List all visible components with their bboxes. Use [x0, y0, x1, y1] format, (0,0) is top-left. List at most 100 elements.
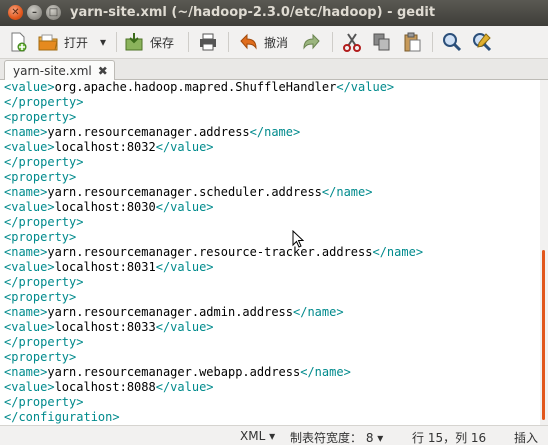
code-line[interactable]: <value>org.apache.hadoop.mapred.ShuffleH…	[4, 80, 394, 95]
scrollbar-thumb[interactable]	[542, 250, 545, 420]
code-line[interactable]: <property>	[4, 350, 76, 365]
xml-text: localhost:8032	[54, 140, 156, 154]
xml-tag: <name>	[4, 365, 48, 379]
undo-label: 撤消	[264, 35, 289, 50]
xml-tag: <name>	[4, 305, 48, 319]
maximize-window-button[interactable]: □	[46, 5, 61, 20]
xml-tag: <property>	[4, 170, 77, 184]
save-icon	[124, 32, 144, 52]
open-button[interactable]: 打开	[38, 29, 88, 55]
xml-tag: </property>	[4, 395, 84, 409]
code-line[interactable]: <property>	[4, 170, 76, 185]
code-line[interactable]: <name>yarn.resourcemanager.scheduler.add…	[4, 185, 372, 200]
tab-width-selector[interactable]: 制表符宽度： 8 ▾	[290, 429, 383, 445]
cut-button[interactable]	[342, 29, 368, 55]
xml-text: yarn.resourcemanager.resource-tracker.ad…	[47, 245, 373, 259]
xml-text: yarn.resourcemanager.webapp.address	[47, 365, 301, 379]
new-document-button[interactable]	[8, 29, 34, 55]
code-line[interactable]: </configuration>	[4, 410, 120, 425]
xml-tag: <name>	[4, 125, 48, 139]
code-line[interactable]: <name>yarn.resourcemanager.address</name…	[4, 125, 300, 140]
undo-button[interactable]: 撤消	[238, 29, 288, 55]
paste-button[interactable]	[402, 29, 428, 55]
dropdown-arrow-icon: ▾	[269, 429, 276, 443]
print-button[interactable]	[198, 29, 224, 55]
code-line[interactable]: </property>	[4, 335, 83, 350]
xml-tag: <name>	[4, 185, 48, 199]
toolbar-separator	[228, 32, 229, 52]
dropdown-arrow-icon: ▾	[377, 431, 384, 445]
paste-icon	[402, 32, 422, 52]
toolbar-separator	[432, 32, 433, 52]
xml-tag: </value>	[155, 320, 214, 334]
status-bar: XML ▾ 制表符宽度： 8 ▾ 行 15，列 16 插入	[0, 425, 548, 445]
xml-text: yarn.resourcemanager.address	[47, 125, 250, 139]
xml-tag: </name>	[249, 125, 301, 139]
undo-icon	[238, 32, 258, 52]
toolbar: 打开 ▾ 保存 撤消	[0, 26, 548, 59]
code-line[interactable]: <value>localhost:8032</value>	[4, 140, 214, 155]
cursor-position: 行 15，列 16	[412, 431, 487, 445]
xml-tag: <value>	[4, 320, 55, 334]
xml-tag: </name>	[300, 365, 351, 379]
xml-tag: </configuration>	[4, 410, 120, 424]
vertical-scrollbar[interactable]	[540, 80, 548, 425]
xml-text: org.apache.hadoop.mapred.ShuffleHandler	[54, 80, 337, 94]
title-bar[interactable]: ✕ – □ yarn-site.xml (~/hadoop-2.3.0/etc/…	[0, 0, 548, 26]
save-button[interactable]: 保存	[124, 29, 174, 55]
insert-mode: 插入	[514, 431, 539, 445]
xml-tag: </property>	[4, 155, 84, 169]
code-line[interactable]: </property>	[4, 95, 83, 110]
toolbar-separator	[332, 32, 333, 52]
toolbar-separator	[116, 32, 117, 52]
code-line[interactable]: <value>localhost:8033</value>	[4, 320, 214, 335]
xml-tag: <value>	[4, 260, 55, 274]
code-line[interactable]: </property>	[4, 215, 83, 230]
code-line[interactable]: <property>	[4, 290, 76, 305]
language-selector[interactable]: XML ▾	[240, 429, 275, 443]
xml-text: localhost:8033	[54, 320, 156, 334]
xml-text: yarn.resourcemanager.admin.address	[47, 305, 293, 319]
xml-tag: </property>	[4, 335, 84, 349]
xml-tag: </value>	[155, 260, 214, 274]
tab-width-label: 制表符宽度： 8	[290, 431, 374, 445]
tab-label: yarn-site.xml	[13, 63, 92, 78]
code-line[interactable]: </property>	[4, 395, 83, 410]
tab-close-icon[interactable]: ✖	[98, 64, 108, 78]
xml-tag: </name>	[372, 245, 424, 259]
text-editor[interactable]: <value>org.apache.hadoop.mapred.ShuffleH…	[0, 80, 540, 425]
code-line[interactable]: </property>	[4, 155, 83, 170]
xml-tag: </property>	[4, 275, 84, 289]
scissors-icon	[342, 32, 362, 52]
copy-button[interactable]	[372, 29, 398, 55]
code-line[interactable]: <value>localhost:8030</value>	[4, 200, 214, 215]
redo-button[interactable]	[302, 29, 328, 55]
code-line[interactable]: <name>yarn.resourcemanager.admin.address…	[4, 305, 344, 320]
search-button[interactable]	[442, 29, 468, 55]
xml-text: localhost:8031	[54, 260, 156, 274]
code-line[interactable]: <name>yarn.resourcemanager.resource-trac…	[4, 245, 423, 260]
code-line[interactable]: </property>	[4, 275, 83, 290]
code-line[interactable]: <value>localhost:8088</value>	[4, 380, 214, 395]
search-replace-button[interactable]	[472, 29, 498, 55]
xml-tag: <property>	[4, 230, 77, 244]
code-line[interactable]: <value>localhost:8031</value>	[4, 260, 214, 275]
open-recent-dropdown[interactable]: ▾	[100, 29, 106, 55]
xml-tag: <value>	[4, 80, 55, 94]
code-line[interactable]: <property>	[4, 230, 76, 245]
close-window-button[interactable]: ✕	[8, 5, 23, 20]
xml-tag: <value>	[4, 140, 55, 154]
code-line[interactable]: <name>yarn.resourcemanager.webapp.addres…	[4, 365, 351, 380]
xml-tag: </name>	[293, 305, 344, 319]
code-line[interactable]: <property>	[4, 110, 76, 125]
xml-tag: </value>	[155, 200, 214, 214]
xml-tag: <name>	[4, 245, 48, 259]
xml-tag: <value>	[4, 200, 55, 214]
xml-tag: </value>	[336, 80, 395, 94]
tab-yarn-site[interactable]: yarn-site.xml ✖	[4, 60, 115, 80]
new-document-icon	[8, 32, 28, 52]
window-title: yarn-site.xml (~/hadoop-2.3.0/etc/hadoop…	[70, 5, 436, 20]
xml-tag: <property>	[4, 290, 77, 304]
minimize-window-button[interactable]: –	[27, 5, 42, 20]
language-label: XML	[240, 429, 266, 443]
